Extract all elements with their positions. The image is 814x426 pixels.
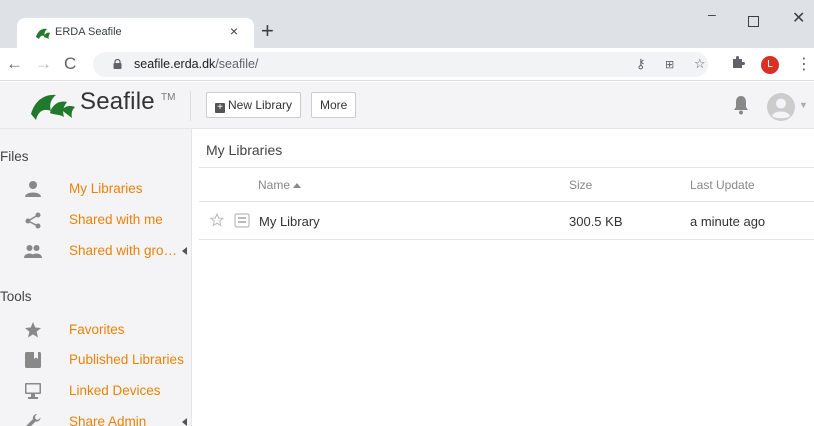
seafile-logo-icon[interactable]: [29, 88, 77, 122]
avatar-caret-icon[interactable]: ▼: [799, 100, 808, 110]
sidebar: Files My Libraries Shared with me Shared…: [0, 129, 192, 426]
browser-menu-icon[interactable]: ⋮: [796, 54, 812, 74]
window-minimize-icon[interactable]: –: [708, 7, 716, 21]
sort-ascending-icon: [293, 183, 302, 188]
star-icon: [25, 322, 41, 338]
browser-tabstrip: ERDA Seafile × + – ✕: [0, 0, 814, 48]
app-header: Seafile TM + New Library More ▼: [0, 82, 814, 129]
sidebar-item-label: Published Libraries: [69, 352, 184, 367]
sidebar-item-label: Shared with gro…: [69, 243, 178, 258]
sidebar-item-favorites[interactable]: Favorites: [0, 319, 191, 341]
new-library-label: New Library: [228, 98, 293, 112]
seafile-favicon-icon: [36, 28, 50, 39]
reload-icon[interactable]: C: [64, 54, 76, 74]
tab-close-icon[interactable]: ×: [230, 23, 238, 39]
title-divider: [199, 167, 814, 168]
window-maximize-icon[interactable]: [748, 16, 759, 27]
column-header-last-update[interactable]: Last Update: [690, 178, 755, 192]
sidebar-item-share-admin[interactable]: Share Admin: [0, 411, 191, 426]
library-name-link[interactable]: My Library: [259, 214, 320, 229]
browser-tab[interactable]: ERDA Seafile ×: [17, 18, 254, 48]
book-icon: [25, 352, 41, 368]
sidebar-item-published-libraries[interactable]: Published Libraries: [0, 349, 191, 371]
browser-toolbar: ← → C seafile.erda.dk/seafile/ ⚷ ⊞ ☆ L ⋮: [0, 48, 814, 81]
window-close-icon[interactable]: ✕: [792, 11, 805, 27]
wrench-icon: [26, 413, 41, 426]
url-text[interactable]: seafile.erda.dk/seafile/: [134, 57, 258, 71]
sidebar-item-my-libraries[interactable]: My Libraries: [0, 178, 191, 200]
brand-trademark: TM: [161, 92, 176, 103]
address-bar[interactable]: seafile.erda.dk/seafile/ ⚷ ⊞ ☆: [93, 52, 708, 77]
translate-icon[interactable]: ⊞: [665, 58, 674, 71]
library-last-update: a minute ago: [690, 214, 766, 229]
library-size: 300.5 KB: [569, 214, 623, 229]
sidebar-item-shared-with-groups[interactable]: Shared with gro…: [0, 240, 191, 262]
extensions-puzzle-icon[interactable]: [731, 55, 745, 69]
sidebar-item-label: Share Admin: [69, 414, 147, 426]
url-host: seafile.erda.dk: [134, 57, 216, 71]
group-icon: [24, 245, 42, 258]
sidebar-item-label: Shared with me: [69, 212, 163, 227]
lock-icon: [113, 59, 122, 69]
column-header-size[interactable]: Size: [569, 178, 592, 192]
table-row[interactable]: My Library 300.5 KB a minute ago: [199, 202, 814, 240]
key-icon[interactable]: ⚷: [636, 56, 646, 72]
column-name-label: Name: [258, 178, 291, 192]
user-avatar-icon[interactable]: [766, 92, 796, 122]
monitor-icon: [25, 383, 41, 399]
tab-title: ERDA Seafile: [55, 26, 122, 38]
brand-name: Seafile: [80, 88, 155, 115]
forward-arrow-icon[interactable]: →: [35, 54, 52, 74]
bookmark-star-icon[interactable]: ☆: [694, 56, 706, 72]
sidebar-tools-heading: Tools: [0, 289, 32, 304]
new-tab-icon[interactable]: +: [261, 20, 274, 42]
share-icon: [25, 212, 41, 229]
sidebar-item-label: My Libraries: [69, 181, 143, 196]
new-library-button[interactable]: + New Library: [206, 92, 302, 118]
header-divider: [190, 91, 191, 121]
notification-bell-icon[interactable]: [733, 95, 749, 115]
favorite-star-icon[interactable]: [210, 213, 224, 227]
sidebar-item-label: Favorites: [69, 322, 125, 337]
user-icon: [25, 181, 41, 197]
sidebar-item-linked-devices[interactable]: Linked Devices: [0, 380, 191, 402]
column-header-name[interactable]: Name: [258, 178, 302, 192]
sidebar-files-heading: Files: [0, 149, 29, 164]
url-path: /seafile/: [215, 57, 259, 71]
sidebar-item-label: Linked Devices: [69, 383, 161, 398]
profile-avatar[interactable]: L: [761, 56, 779, 74]
back-arrow-icon[interactable]: ←: [6, 54, 23, 74]
expand-arrow-icon[interactable]: [182, 247, 187, 255]
library-icon: [234, 213, 250, 228]
sidebar-item-shared-with-me[interactable]: Shared with me: [0, 209, 191, 231]
expand-arrow-icon[interactable]: [182, 418, 187, 426]
plus-icon: +: [215, 103, 225, 113]
more-button[interactable]: More: [311, 92, 357, 118]
page-title: My Libraries: [206, 142, 283, 158]
